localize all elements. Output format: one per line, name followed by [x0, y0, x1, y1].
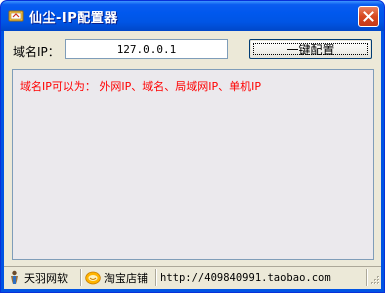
status-author-label: 天羽网软 — [24, 271, 68, 285]
status-author: 天羽网软 — [8, 267, 68, 288]
resize-grip-icon[interactable] — [368, 275, 380, 287]
window-title: 仙尘-IP配置器 — [29, 11, 118, 26]
status-separator — [80, 269, 82, 286]
close-icon — [363, 11, 374, 22]
ip-input[interactable] — [65, 39, 228, 59]
focus-rect — [253, 43, 368, 55]
close-button[interactable] — [358, 6, 379, 27]
status-separator — [155, 269, 157, 286]
figure-icon — [11, 270, 18, 284]
output-message: 域名IP可以为： 外网IP、域名、局域网IP、单机IP — [20, 80, 262, 93]
output-box[interactable]: 域名IP可以为： 外网IP、域名、局域网IP、单机IP — [12, 69, 374, 260]
status-shop-label: 淘宝店铺 — [104, 271, 148, 285]
status-shop[interactable]: 淘宝店铺 — [85, 267, 148, 288]
config-button[interactable]: 一键配置 — [249, 39, 372, 59]
taobao-icon — [85, 271, 101, 284]
status-url-label: http://409840991.taobao.com — [160, 271, 331, 284]
app-icon — [8, 10, 24, 22]
app-window: 仙尘-IP配置器 域名IP： 一键配置 域名IP可以为： 外网IP、域名、局域网… — [0, 0, 385, 293]
status-url[interactable]: http://409840991.taobao.com — [160, 267, 331, 288]
status-bar: 天羽网软 淘宝店铺 http://409840991.taobao.com — [4, 266, 381, 288]
client-area: 域名IP： 一键配置 域名IP可以为： 外网IP、域名、局域网IP、单机IP 天… — [4, 31, 381, 289]
title-bar[interactable]: 仙尘-IP配置器 — [1, 1, 384, 31]
ip-label: 域名IP： — [13, 45, 60, 59]
